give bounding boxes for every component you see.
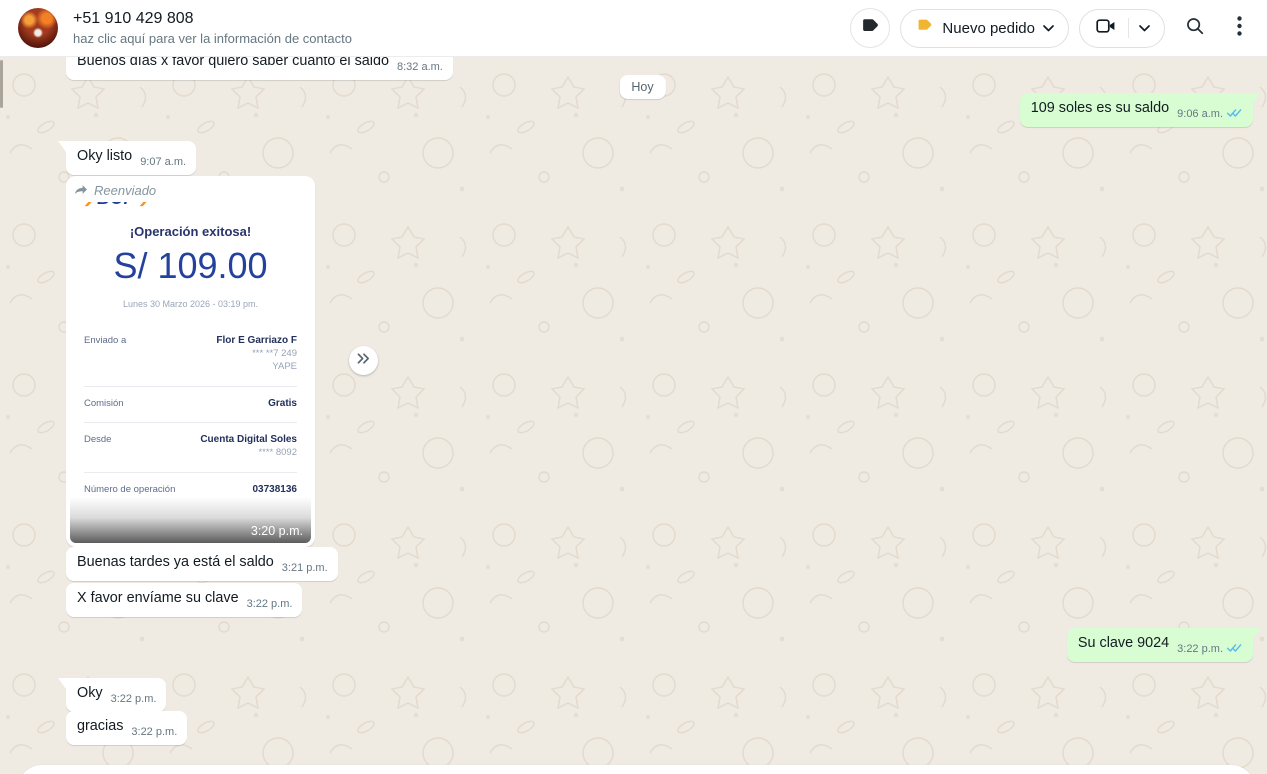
- receipt-title: ¡Operación exitosa!: [70, 224, 311, 239]
- contact-subtitle: haz clic aquí para ver la información de…: [73, 31, 352, 46]
- message-time: 9:07 a.m.: [140, 153, 186, 172]
- receipt-divider: [84, 422, 297, 423]
- receipt-divider: [84, 472, 297, 473]
- message-row: Buenos días x favor quiero saber cuanto …: [66, 57, 453, 80]
- message-time: 3:20 p.m.: [251, 524, 303, 538]
- chevron-down-icon[interactable]: [1139, 19, 1150, 37]
- message-row: Oky 3:22 p.m.: [66, 678, 166, 712]
- receipt-row-fee: Comisión Gratis: [84, 397, 297, 410]
- message-row: Reenviado ❯BCP❯ ¡Operación exitosa! S/ 1…: [66, 176, 315, 547]
- message-time: 3:22 p.m.: [111, 690, 157, 709]
- bcp-logo-arrow: ❯: [139, 202, 149, 206]
- receipt-sub-value: YAPE: [216, 360, 297, 373]
- chevron-down-icon: [1043, 19, 1054, 37]
- bcp-logo-clipped: ❯BCP❯: [84, 202, 154, 213]
- message-row: Oky listo 9:07 a.m.: [66, 141, 196, 175]
- receipt-row-sent-to: Enviado a Flor E Garriazo F *** **7 249 …: [84, 334, 297, 373]
- message-text: Oky listo: [77, 148, 132, 164]
- incoming-message-bubble[interactable]: Oky listo 9:07 a.m.: [66, 141, 196, 175]
- outgoing-message-bubble[interactable]: Su clave 9024 3:22 p.m.: [1067, 628, 1253, 662]
- message-text: Buenos días x favor quiero saber cuanto …: [77, 57, 389, 69]
- message-text: Su clave 9024: [1078, 635, 1169, 651]
- incoming-image-bubble[interactable]: Reenviado ❯BCP❯ ¡Operación exitosa! S/ 1…: [66, 176, 315, 547]
- receipt-value: Gratis: [268, 397, 297, 410]
- incoming-message-bubble[interactable]: X favor envíame su clave 3:22 p.m.: [66, 583, 302, 617]
- message-text: Oky: [77, 685, 103, 701]
- video-camera-icon: [1094, 14, 1118, 43]
- incoming-message-bubble[interactable]: Oky 3:22 p.m.: [66, 678, 166, 712]
- whatsapp-chat-window: +51 910 429 808 haz clic aquí para ver l…: [0, 0, 1267, 774]
- incoming-message-bubble[interactable]: Buenas tardes ya está el saldo 3:21 p.m.: [66, 547, 338, 581]
- message-time: 3:22 p.m.: [1177, 640, 1223, 659]
- message-row: X favor envíame su clave 3:22 p.m.: [66, 583, 302, 617]
- receipt-value: Cuenta Digital Soles: [200, 433, 297, 446]
- message-text: 109 soles es su saldo: [1031, 100, 1169, 116]
- new-order-label: Nuevo pedido: [942, 20, 1035, 37]
- contact-phone-title: +51 910 429 808: [73, 10, 352, 28]
- header-actions: Nuevo pedido: [850, 8, 1253, 48]
- forwarded-label: Reenviado: [94, 183, 156, 198]
- forward-icon: [74, 183, 89, 198]
- receipt-value: 03738136: [253, 483, 298, 496]
- dark-tag-icon: [859, 15, 881, 42]
- date-divider: Hoy: [619, 75, 665, 99]
- search-button[interactable]: [1175, 8, 1215, 48]
- receipt-sub-value: **** 8092: [200, 446, 297, 459]
- message-row: Buenas tardes ya está el saldo 3:21 p.m.: [66, 547, 338, 581]
- message-row: gracias 3:22 p.m.: [66, 711, 187, 745]
- new-order-button[interactable]: Nuevo pedido: [900, 9, 1069, 48]
- receipt-row-operation-number: Número de operación 03738136: [84, 483, 297, 496]
- video-call-divider: [1128, 18, 1129, 38]
- yellow-tag-icon: [915, 16, 934, 40]
- image-time-overlay: 3:20 p.m.: [70, 497, 311, 543]
- message-time: 3:22 p.m.: [131, 723, 177, 742]
- incoming-message-bubble[interactable]: gracias 3:22 p.m.: [66, 711, 187, 745]
- chat-header: +51 910 429 808 haz clic aquí para ver l…: [0, 0, 1267, 57]
- forward-icon: [355, 352, 372, 370]
- search-icon: [1184, 15, 1206, 42]
- receipt-amount: S/ 109.00: [70, 246, 311, 286]
- forward-message-button[interactable]: [349, 346, 378, 375]
- contact-info-button[interactable]: +51 910 429 808 haz clic aquí para ver l…: [18, 8, 850, 48]
- contact-avatar[interactable]: [18, 8, 58, 48]
- video-call-button[interactable]: [1079, 9, 1165, 48]
- message-time: 3:21 p.m.: [282, 559, 328, 578]
- incoming-message-bubble[interactable]: Buenos días x favor quiero saber cuanto …: [66, 57, 453, 80]
- receipt-image[interactable]: ❯BCP❯ ¡Operación exitosa! S/ 109.00 Lune…: [70, 202, 311, 543]
- order-labels-button[interactable]: [850, 8, 890, 48]
- message-text: gracias: [77, 718, 123, 734]
- message-row: 109 soles es su saldo 9:06 a.m.: [1020, 93, 1253, 127]
- message-time: 3:22 p.m.: [247, 595, 293, 614]
- message-time: 8:32 a.m.: [397, 58, 443, 77]
- message-row: Su clave 9024 3:22 p.m.: [1067, 628, 1253, 662]
- receipt-value: Flor E Garriazo F: [216, 334, 297, 347]
- message-text: Buenas tardes ya está el saldo: [77, 554, 274, 570]
- receipt-divider: [84, 386, 297, 387]
- receipt-datetime: Lunes 30 Marzo 2026 - 03:19 pm.: [70, 299, 311, 309]
- forwarded-label-row: Reenviado: [70, 181, 311, 202]
- receipt-row-from: Desde Cuenta Digital Soles **** 8092: [84, 433, 297, 459]
- message-time: 9:06 a.m.: [1177, 105, 1223, 124]
- outgoing-message-bubble[interactable]: 109 soles es su saldo 9:06 a.m.: [1020, 93, 1253, 127]
- receipt-sub-value: *** **7 249: [216, 347, 297, 360]
- bcp-logo-text: BCP: [97, 202, 136, 209]
- message-panel: Buenos días x favor quiero saber cuanto …: [0, 57, 1267, 774]
- read-ticks-icon: [1226, 105, 1243, 124]
- message-compose-bar[interactable]: [18, 765, 1255, 774]
- message-text: X favor envíame su clave: [77, 590, 239, 606]
- left-scrollbar-thumb[interactable]: [0, 60, 3, 108]
- menu-button[interactable]: [1225, 8, 1253, 48]
- bcp-logo-arrow: ❯: [84, 202, 94, 206]
- read-ticks-icon: [1226, 640, 1243, 659]
- kebab-menu-icon: [1237, 16, 1242, 41]
